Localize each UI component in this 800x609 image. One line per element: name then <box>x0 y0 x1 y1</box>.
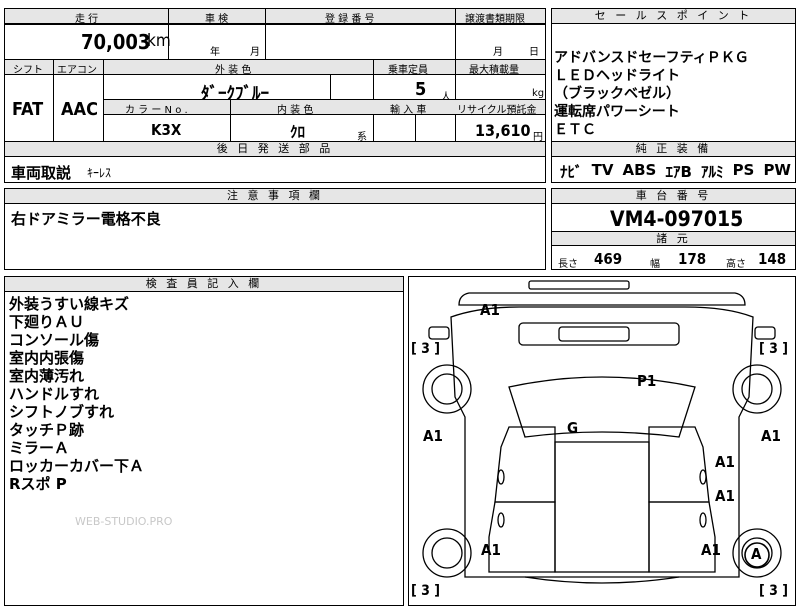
sales-point-item: （ブラックベゼル） <box>554 86 680 102</box>
inspection-month: 月 <box>250 47 260 58</box>
chassis-section: 車 台 番 号 VM4-097015 諸 元 長さ 469 幅 178 高さ 1… <box>551 188 796 270</box>
caution-value: 右ドアミラー電格不良 <box>11 210 161 228</box>
chassis-header: 車 台 番 号 <box>552 189 795 204</box>
inspector-note: Rスポ P <box>9 475 67 493</box>
interior-color-value: ｸﾛ <box>290 123 306 141</box>
mark-right-front-door: A1 <box>715 453 735 471</box>
inspector-note: ハンドルすれ <box>9 385 100 403</box>
watermark: WEB-STUDIO.PRO <box>75 515 173 528</box>
inspector-note: タッチＰ跡 <box>9 421 85 439</box>
mark-hood: P1 <box>637 372 657 390</box>
inspector-note: 外装うすい線キズ <box>9 295 130 313</box>
registration-header: 登 録 番 号 <box>325 14 375 25</box>
sales-points-list: アドバンスドセーフティＰＫＧ ＬＥＤヘッドライト （ブラックベゼル） 運転席パワ… <box>554 49 749 139</box>
inspector-note: 室内薄汚れ <box>9 367 85 385</box>
tire-rear-right: [ 3 ] <box>759 583 789 599</box>
later-parts-section: 後 日 発 送 部 品 車両取説 ｷｰﾚｽ <box>4 141 546 183</box>
dim-height-value: 148 <box>758 250 787 268</box>
inspector-note: シフトノブすれ <box>9 403 115 421</box>
inspection-header: 車 検 <box>205 14 229 25</box>
mark-left-front-fender: A1 <box>423 427 443 445</box>
equipment-header: 純 正 装 備 <box>552 142 795 157</box>
mark-left-rear-fender: A1 <box>481 541 501 559</box>
sales-point-item: 運転席パワーシート <box>554 104 680 120</box>
dim-length-value: 469 <box>594 250 623 268</box>
inspector-note: ミラーＡ <box>9 439 70 457</box>
inspector-notes-list: 外装うすい線キズ 下廻りＡＵ コンソール傷 室内内張傷 室内薄汚れ ハンドルすれ… <box>9 295 144 493</box>
equipment-item: ｴｱB <box>665 163 692 181</box>
dim-length-label: 長さ <box>558 259 578 270</box>
caution-header: 注 意 事 項 欄 <box>5 189 545 204</box>
sales-point-item: ＬＥＤヘッドライト <box>554 68 680 84</box>
inspector-note: ロッカーカバー下Ａ <box>9 457 145 475</box>
equipment-item: ABS <box>622 161 657 179</box>
vehicle-info-table: 走 行 車 検 登 録 番 号 譲渡書類期限 70,003 km 年 月 月 日… <box>4 8 546 143</box>
equipment-item: PW <box>763 161 791 179</box>
transfer-month: 月 <box>493 47 503 58</box>
mark-front: A1 <box>480 301 500 319</box>
chassis-value: VM4-097015 <box>610 207 744 231</box>
mark-right-rear-wheel: A <box>751 545 762 563</box>
equipment-list: ﾅﾋﾞ TV ABS ｴｱB ｱﾙﾐ PS PW <box>560 161 791 182</box>
sales-points-header: セ ー ル ス ポ イ ン ト <box>552 9 795 24</box>
inspector-notes-section: 検 査 員 記 入 欄 外装うすい線キズ 下廻りＡＵ コンソール傷 室内内張傷 … <box>4 276 404 606</box>
dim-width-value: 178 <box>678 250 707 268</box>
dim-width-label: 幅 <box>650 259 660 270</box>
inspector-note: コンソール傷 <box>9 331 100 349</box>
car-diagram-panel: A1 P1 G A1 A1 A1 A1 A1 A1 A [ 3 ] [ 3 ] … <box>408 276 796 606</box>
later-parts-header: 後 日 発 送 部 品 <box>5 142 545 157</box>
car-outline-diagram <box>422 280 782 584</box>
inspector-note: 下廻りＡＵ <box>9 313 85 331</box>
equipment-item: TV <box>591 161 614 179</box>
transfer-limit-header: 譲渡書類期限 <box>465 14 525 25</box>
sales-point-item: アドバンスドセーフティＰＫＧ <box>554 50 749 66</box>
equipment-section: 純 正 装 備 ﾅﾋﾞ TV ABS ｴｱB ｱﾙﾐ PS PW <box>551 141 796 183</box>
transfer-day: 日 <box>529 47 539 58</box>
caution-section: 注 意 事 項 欄 右ドアミラー電格不良 <box>4 188 546 270</box>
mileage-value: 70,003 <box>81 30 151 54</box>
sales-point-item: ＥＴＣ <box>554 122 596 138</box>
recycle-value: 13,610 <box>475 121 531 140</box>
tire-front-right: [ 3 ] <box>759 341 789 357</box>
mark-roof: G <box>567 419 579 437</box>
dim-height-label: 高さ <box>726 259 746 270</box>
mark-right-front-fender: A1 <box>761 427 781 445</box>
dimensions-header: 諸 元 <box>552 232 795 246</box>
later-parts-value: 車両取説 <box>11 164 72 182</box>
tire-rear-left: [ 3 ] <box>411 583 441 599</box>
load-unit: kg <box>532 88 545 99</box>
equipment-item: ﾅﾋﾞ <box>560 163 583 181</box>
capacity-value: 5 <box>415 79 427 100</box>
tire-front-left: [ 3 ] <box>411 341 441 357</box>
mileage-unit: km <box>147 31 171 51</box>
aircon-value: AAC <box>61 99 98 120</box>
equipment-item: ｱﾙﾐ <box>700 163 724 181</box>
inspection-year: 年 <box>210 47 220 58</box>
inspector-notes-header: 検 査 員 記 入 欄 <box>5 277 403 292</box>
inspector-note: 室内内張傷 <box>9 349 85 367</box>
sales-points-section: セ ー ル ス ポ イ ン ト アドバンスドセーフティＰＫＧ ＬＥＤヘッドライト… <box>551 8 796 142</box>
equipment-item: PS <box>732 161 755 179</box>
mark-right-rear-door: A1 <box>715 487 735 505</box>
color-no-value: K3X <box>151 121 182 139</box>
mark-right-rear-fender: A1 <box>701 541 721 559</box>
shift-value: FAT <box>12 99 44 120</box>
later-parts-extra: ｷｰﾚｽ <box>87 166 112 180</box>
mileage-header: 走 行 <box>75 14 99 25</box>
